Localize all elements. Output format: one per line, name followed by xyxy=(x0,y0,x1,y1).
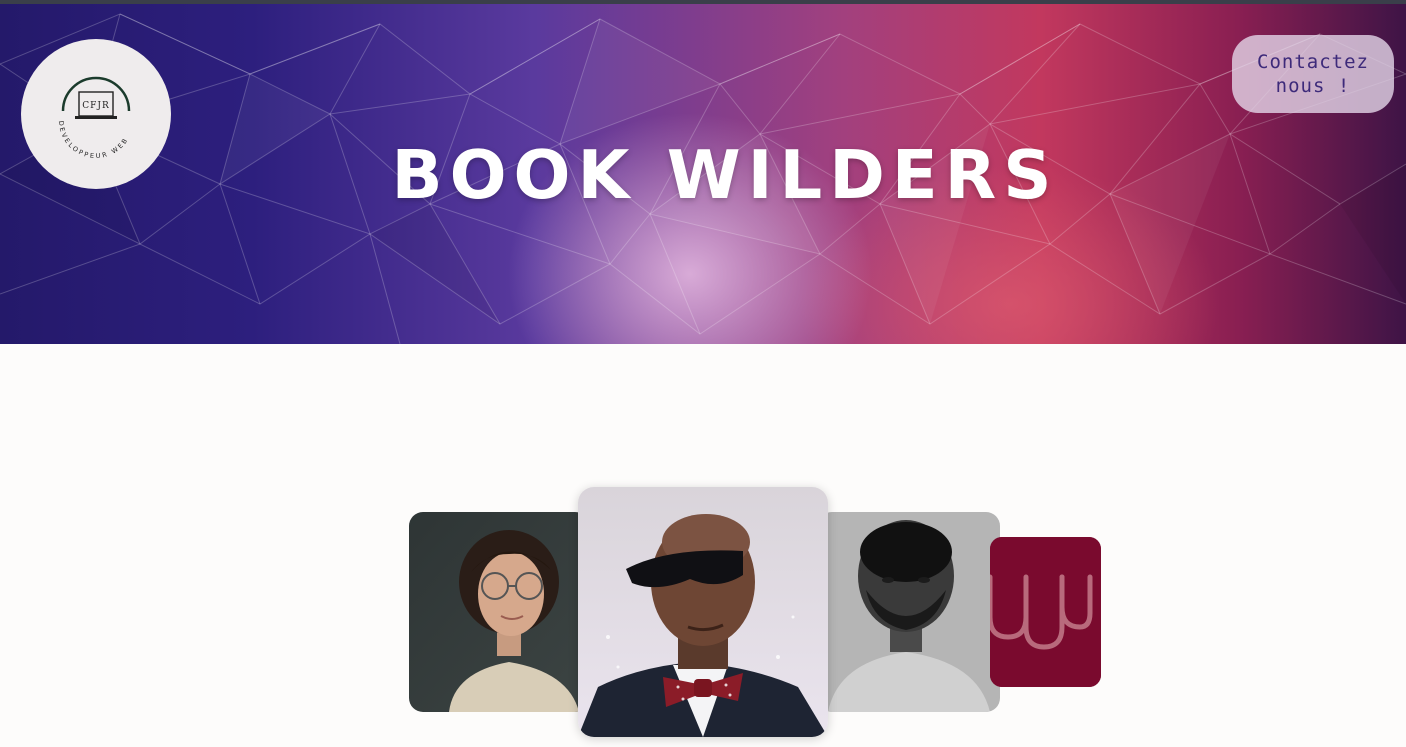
portrait-man-sunglasses-bowtie xyxy=(578,487,828,737)
wilder-card-2[interactable] xyxy=(578,487,828,737)
hero-banner: CFJR DEVELOPPEUR WEB BOOK WILDERS Contac… xyxy=(0,4,1406,344)
portrait-woman-glasses xyxy=(409,512,589,712)
wilder-card-1[interactable] xyxy=(409,512,589,712)
logo-initials: CFJR xyxy=(82,101,110,111)
portrait-man-grayscale xyxy=(818,512,1000,712)
wilder-card-4[interactable] xyxy=(990,537,1101,687)
wilder-card-3[interactable] xyxy=(818,512,1000,712)
wild-code-school-logo xyxy=(990,537,1101,687)
page-title: BOOK WILDERS xyxy=(391,136,1059,214)
contact-button[interactable]: Contactez nous ! xyxy=(1232,35,1394,113)
